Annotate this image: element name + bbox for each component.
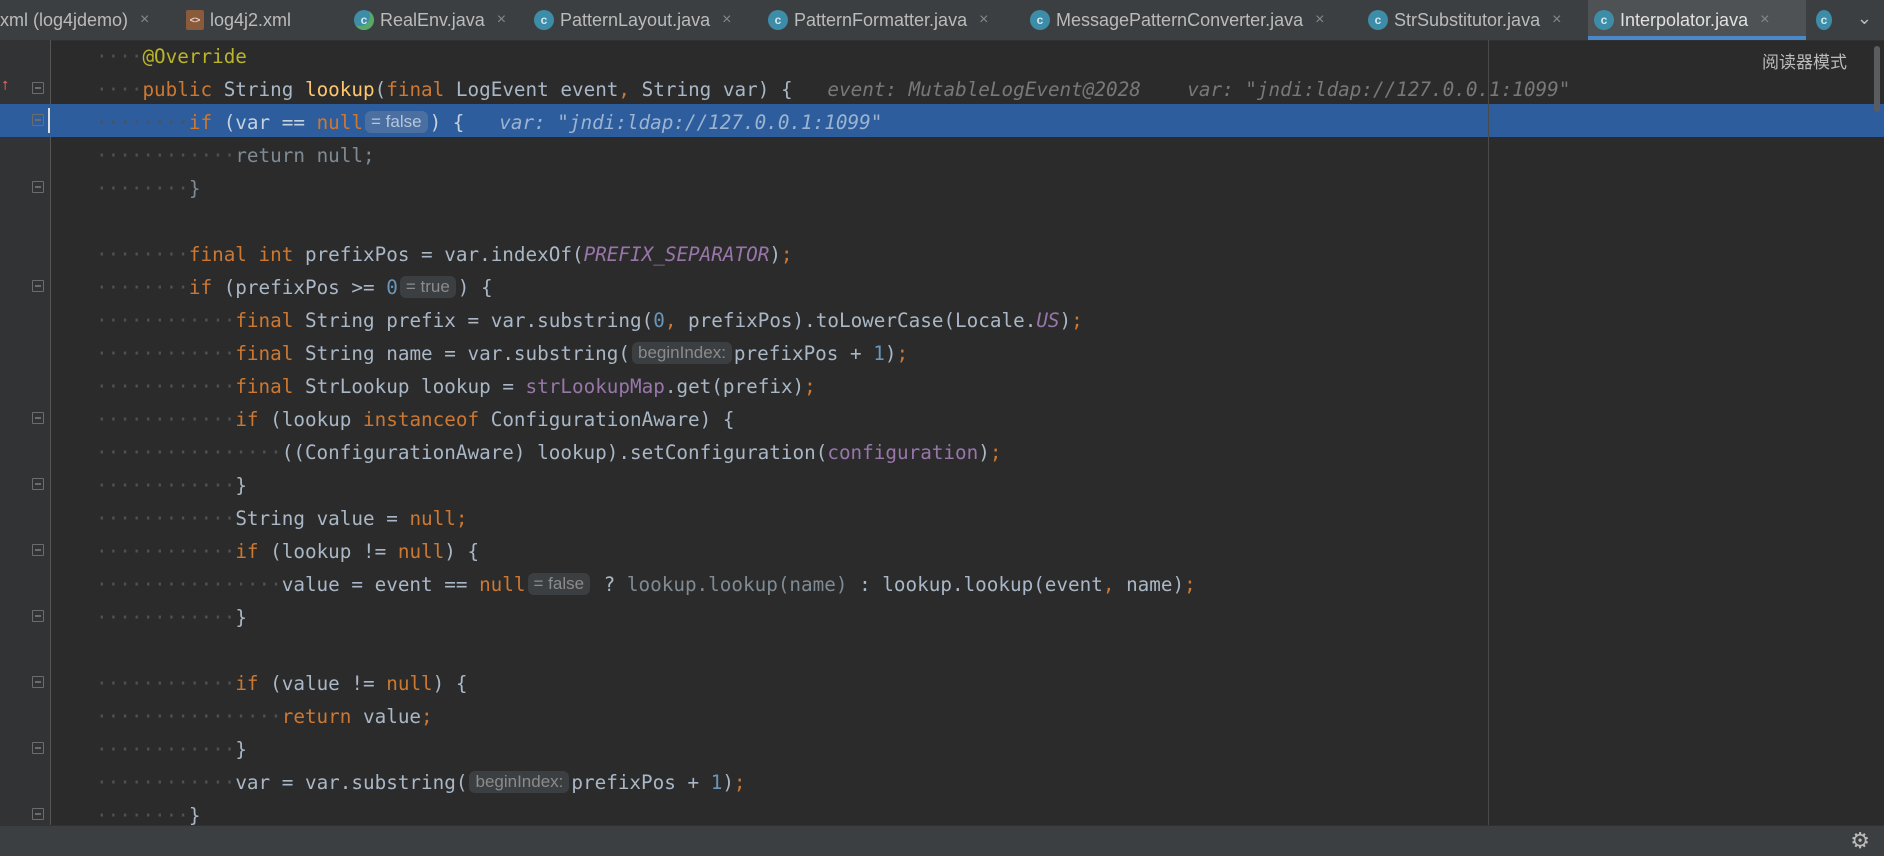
tab-overflow-partial[interactable]: c (1810, 0, 1840, 40)
xml-file-icon: <> (186, 10, 204, 30)
param-name-hint: beginIndex: (469, 771, 570, 793)
tab-label: Interpolator.java (1620, 9, 1749, 30)
java-class-icon: c (1368, 10, 1388, 30)
fold-collapse-icon[interactable] (32, 544, 44, 556)
fold-collapse-icon[interactable] (32, 412, 44, 424)
code-line-5: ········} (96, 177, 201, 200)
tab-label: log4j2.xml (210, 9, 292, 30)
code-line-23: ············var = var.substring(beginInd… (96, 771, 746, 794)
java-class-icon: c (534, 10, 554, 30)
tab-label: StrSubstitutor.java (1394, 9, 1541, 30)
editor-tab-bar: xml (log4jdemo) × <> log4j2.xml c RealEn… (0, 0, 1884, 41)
close-icon[interactable]: × (1315, 11, 1324, 29)
close-icon[interactable]: × (722, 11, 731, 29)
close-icon[interactable]: × (497, 11, 506, 29)
fold-collapse-icon[interactable] (32, 82, 44, 94)
fold-end-icon[interactable] (32, 610, 44, 622)
java-class-icon: c (768, 10, 788, 30)
code-line-9: ············final String prefix = var.su… (96, 309, 1083, 332)
java-class-icon: c (354, 10, 374, 30)
code-line-8: ········if (prefixPos >= 0 = true) { (96, 276, 493, 299)
close-icon[interactable]: × (1760, 11, 1769, 29)
close-icon[interactable]: × (979, 11, 988, 29)
code-line-17: ················value = event == null = f… (96, 573, 1196, 596)
fold-end-icon[interactable] (32, 478, 44, 490)
tab-label: PatternLayout.java (560, 9, 711, 30)
java-class-icon: c (1594, 10, 1614, 30)
tab-list-chevron-down-icon[interactable]: ⌄ (1857, 8, 1872, 29)
tab-label: MessagePatternConverter.java (1056, 9, 1304, 30)
gutter-separator (50, 40, 51, 825)
fold-end-icon[interactable] (32, 742, 44, 754)
inline-debug-value: var: "jndi:ldap://127.0.0.1:1099" (499, 111, 883, 134)
tab-patternformatter-java[interactable]: c PatternFormatter.java × (762, 0, 1020, 40)
debug-value-hint: = true (399, 276, 456, 298)
param-name-hint: beginIndex: (632, 342, 732, 364)
tab-strsubstitutor-java[interactable]: c StrSubstitutor.java × (1362, 0, 1584, 40)
debug-value-hint: = false (365, 111, 428, 133)
tab-messagepatternconverter-java[interactable]: c MessagePatternConverter.java × (1024, 0, 1364, 40)
text-cursor (48, 108, 50, 133)
inline-debug-value: event: MutableLogEvent@2028 (827, 78, 1141, 101)
code-line-16: ············if (lookup != null) { (96, 540, 480, 563)
code-line-1: ····@Override (96, 45, 247, 68)
code-line-2: ····public String lookup(final LogEvent … (96, 78, 1571, 101)
inline-debug-value: var: "jndi:ldap://127.0.0.1:1099" (1187, 78, 1571, 101)
tab-interpolator-java[interactable]: c Interpolator.java × (1588, 0, 1806, 40)
override-method-icon[interactable]: ⭡ (2, 80, 12, 94)
code-line-7: ········final int prefixPos = var.indexO… (96, 243, 793, 266)
vertical-scrollbar[interactable] (1872, 40, 1882, 825)
code-line-15: ············String value = null; (96, 507, 468, 530)
fold-collapse-icon[interactable] (32, 676, 44, 688)
fold-collapse-icon[interactable] (32, 280, 44, 292)
tab-log4j2-xml[interactable]: <> log4j2.xml (180, 0, 340, 40)
code-line-18: ············} (96, 606, 247, 629)
status-bar: ⚙ (0, 825, 1884, 856)
code-line-11: ············final StrLookup lookup = str… (96, 375, 816, 398)
code-line-10: ············final String name = var.subs… (96, 342, 909, 365)
code-line-13: ················((ConfigurationAware) lo… (96, 441, 1002, 464)
code-line-4: ············return null; (96, 144, 375, 167)
debug-value-hint: = false (527, 573, 591, 595)
tab-realenv-java[interactable]: c RealEnv.java × (348, 0, 528, 40)
tab-label: RealEnv.java (380, 9, 485, 30)
tab-patternlayout-java[interactable]: c PatternLayout.java × (528, 0, 750, 40)
reader-mode-button[interactable]: 阅读器模式 (1762, 48, 1847, 73)
java-class-icon: c (1030, 10, 1050, 30)
close-icon[interactable]: × (140, 11, 149, 29)
code-line-14: ············} (96, 474, 247, 497)
fold-collapse-icon[interactable] (32, 114, 44, 126)
fold-end-icon[interactable] (32, 181, 44, 193)
tab-label: PatternFormatter.java (794, 9, 968, 30)
code-line-21: ················return value; (96, 705, 433, 728)
editor-gutter[interactable] (0, 40, 50, 825)
gear-icon[interactable]: ⚙ (1850, 829, 1870, 854)
close-icon[interactable]: × (1552, 11, 1561, 29)
tab-pom-xml[interactable]: xml (log4jdemo) × (0, 0, 149, 40)
right-margin-guide (1488, 40, 1489, 825)
code-line-20: ············if (value != null) { (96, 672, 468, 695)
code-line-12: ············if (lookup instanceof Config… (96, 408, 735, 431)
code-line-22: ············} (96, 738, 247, 761)
fold-end-icon[interactable] (32, 808, 44, 820)
java-class-icon: c (1816, 10, 1832, 30)
scrollbar-thumb[interactable] (1874, 46, 1880, 112)
code-line-3-current: ········if (var == null = false) { var: "… (96, 111, 883, 134)
tab-label: xml (log4jdemo) (0, 9, 129, 30)
